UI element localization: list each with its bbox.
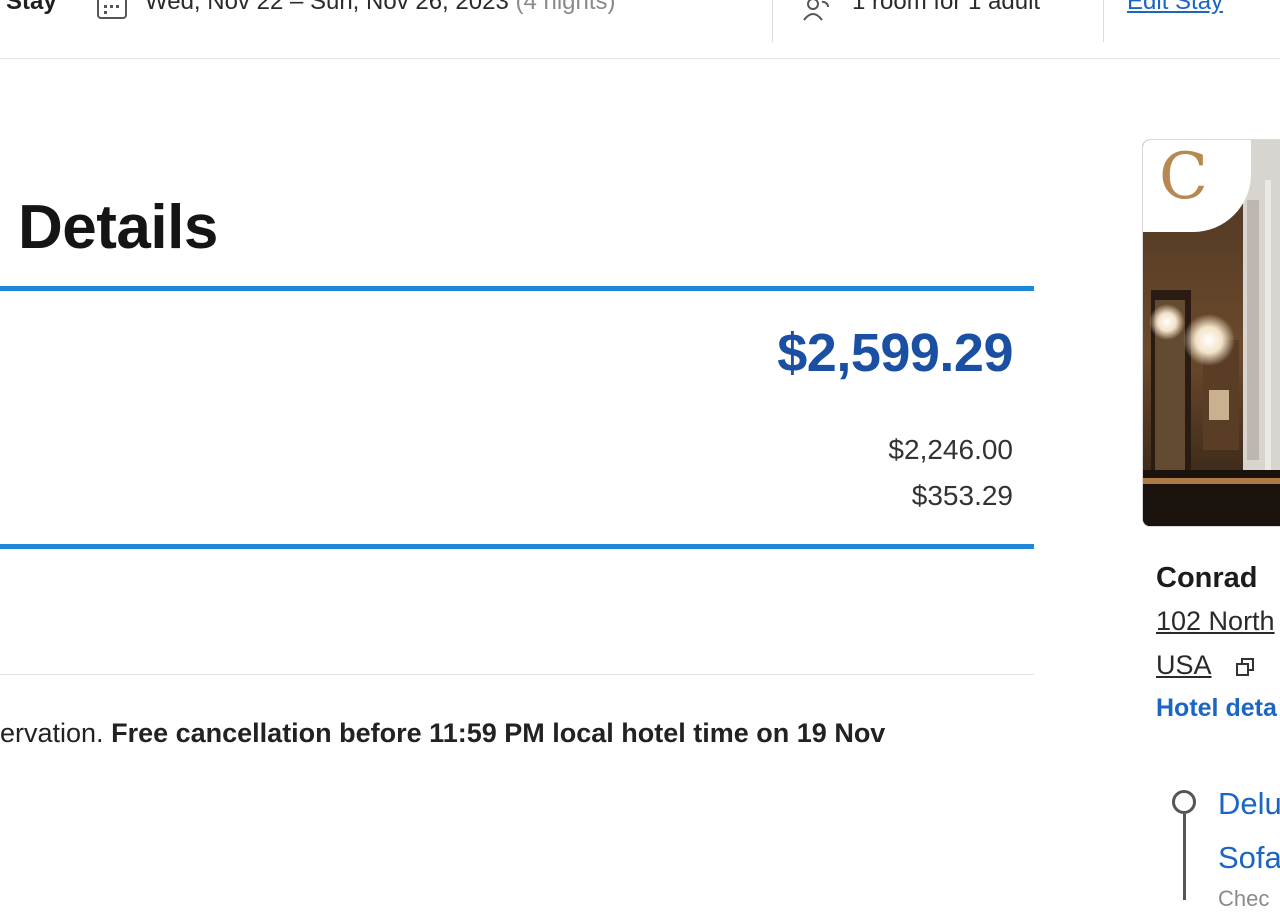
- stay-dates: Wed, Nov 22 – Sun, Nov 26, 2023 (4 night…: [145, 0, 616, 16]
- hotel-address-line1[interactable]: 102 North: [1156, 606, 1275, 637]
- cancellation-prefix: ervation.: [0, 718, 104, 748]
- timeline-connector: [1183, 814, 1186, 900]
- room-subtext: Chec: [1218, 886, 1270, 911]
- taxes-amount: $353.29: [911, 480, 1013, 511]
- stay-nights: (4 nights): [515, 0, 616, 15]
- divider: [1103, 0, 1104, 42]
- section-divider-top: [0, 286, 1034, 291]
- hotel-name: Conrad: [1156, 562, 1258, 594]
- divider: [772, 0, 773, 42]
- room-guest-count: 1 room for 1 adult: [852, 0, 1041, 15]
- brand-logo-letter: C: [1159, 140, 1208, 214]
- stay-label: Stay: [6, 0, 57, 15]
- total-price: $2,599.29: [777, 323, 1013, 383]
- page-title: Details: [18, 193, 218, 262]
- external-link-icon[interactable]: [1234, 656, 1256, 678]
- calendar-icon: [97, 0, 127, 19]
- room-radio-icon[interactable]: [1172, 790, 1196, 814]
- room-type-link[interactable]: Delu: [1218, 786, 1280, 822]
- guests-icon: [803, 0, 829, 21]
- section-divider-bottom: [0, 544, 1034, 549]
- hotel-address-line2[interactable]: USA: [1156, 650, 1212, 681]
- divider: [0, 674, 1034, 675]
- cancellation-deadline: Free cancellation before 11:59 PM local …: [111, 718, 886, 748]
- cancellation-policy: ervation. Free cancellation before 11:59…: [0, 718, 885, 749]
- hotel-details-link[interactable]: Hotel deta: [1156, 694, 1277, 723]
- subtotal-amount: $2,246.00: [888, 434, 1013, 465]
- stay-summary-bar: Stay Wed, Nov 22 – Sun, Nov 26, 2023 (4 …: [0, 0, 1280, 59]
- edit-stay-link[interactable]: Edit Stay: [1127, 0, 1223, 16]
- hotel-photo-card[interactable]: C: [1142, 139, 1280, 527]
- stay-date-range: Wed, Nov 22 – Sun, Nov 26, 2023: [145, 0, 509, 15]
- room-type-link-line2[interactable]: Sofa: [1218, 840, 1280, 876]
